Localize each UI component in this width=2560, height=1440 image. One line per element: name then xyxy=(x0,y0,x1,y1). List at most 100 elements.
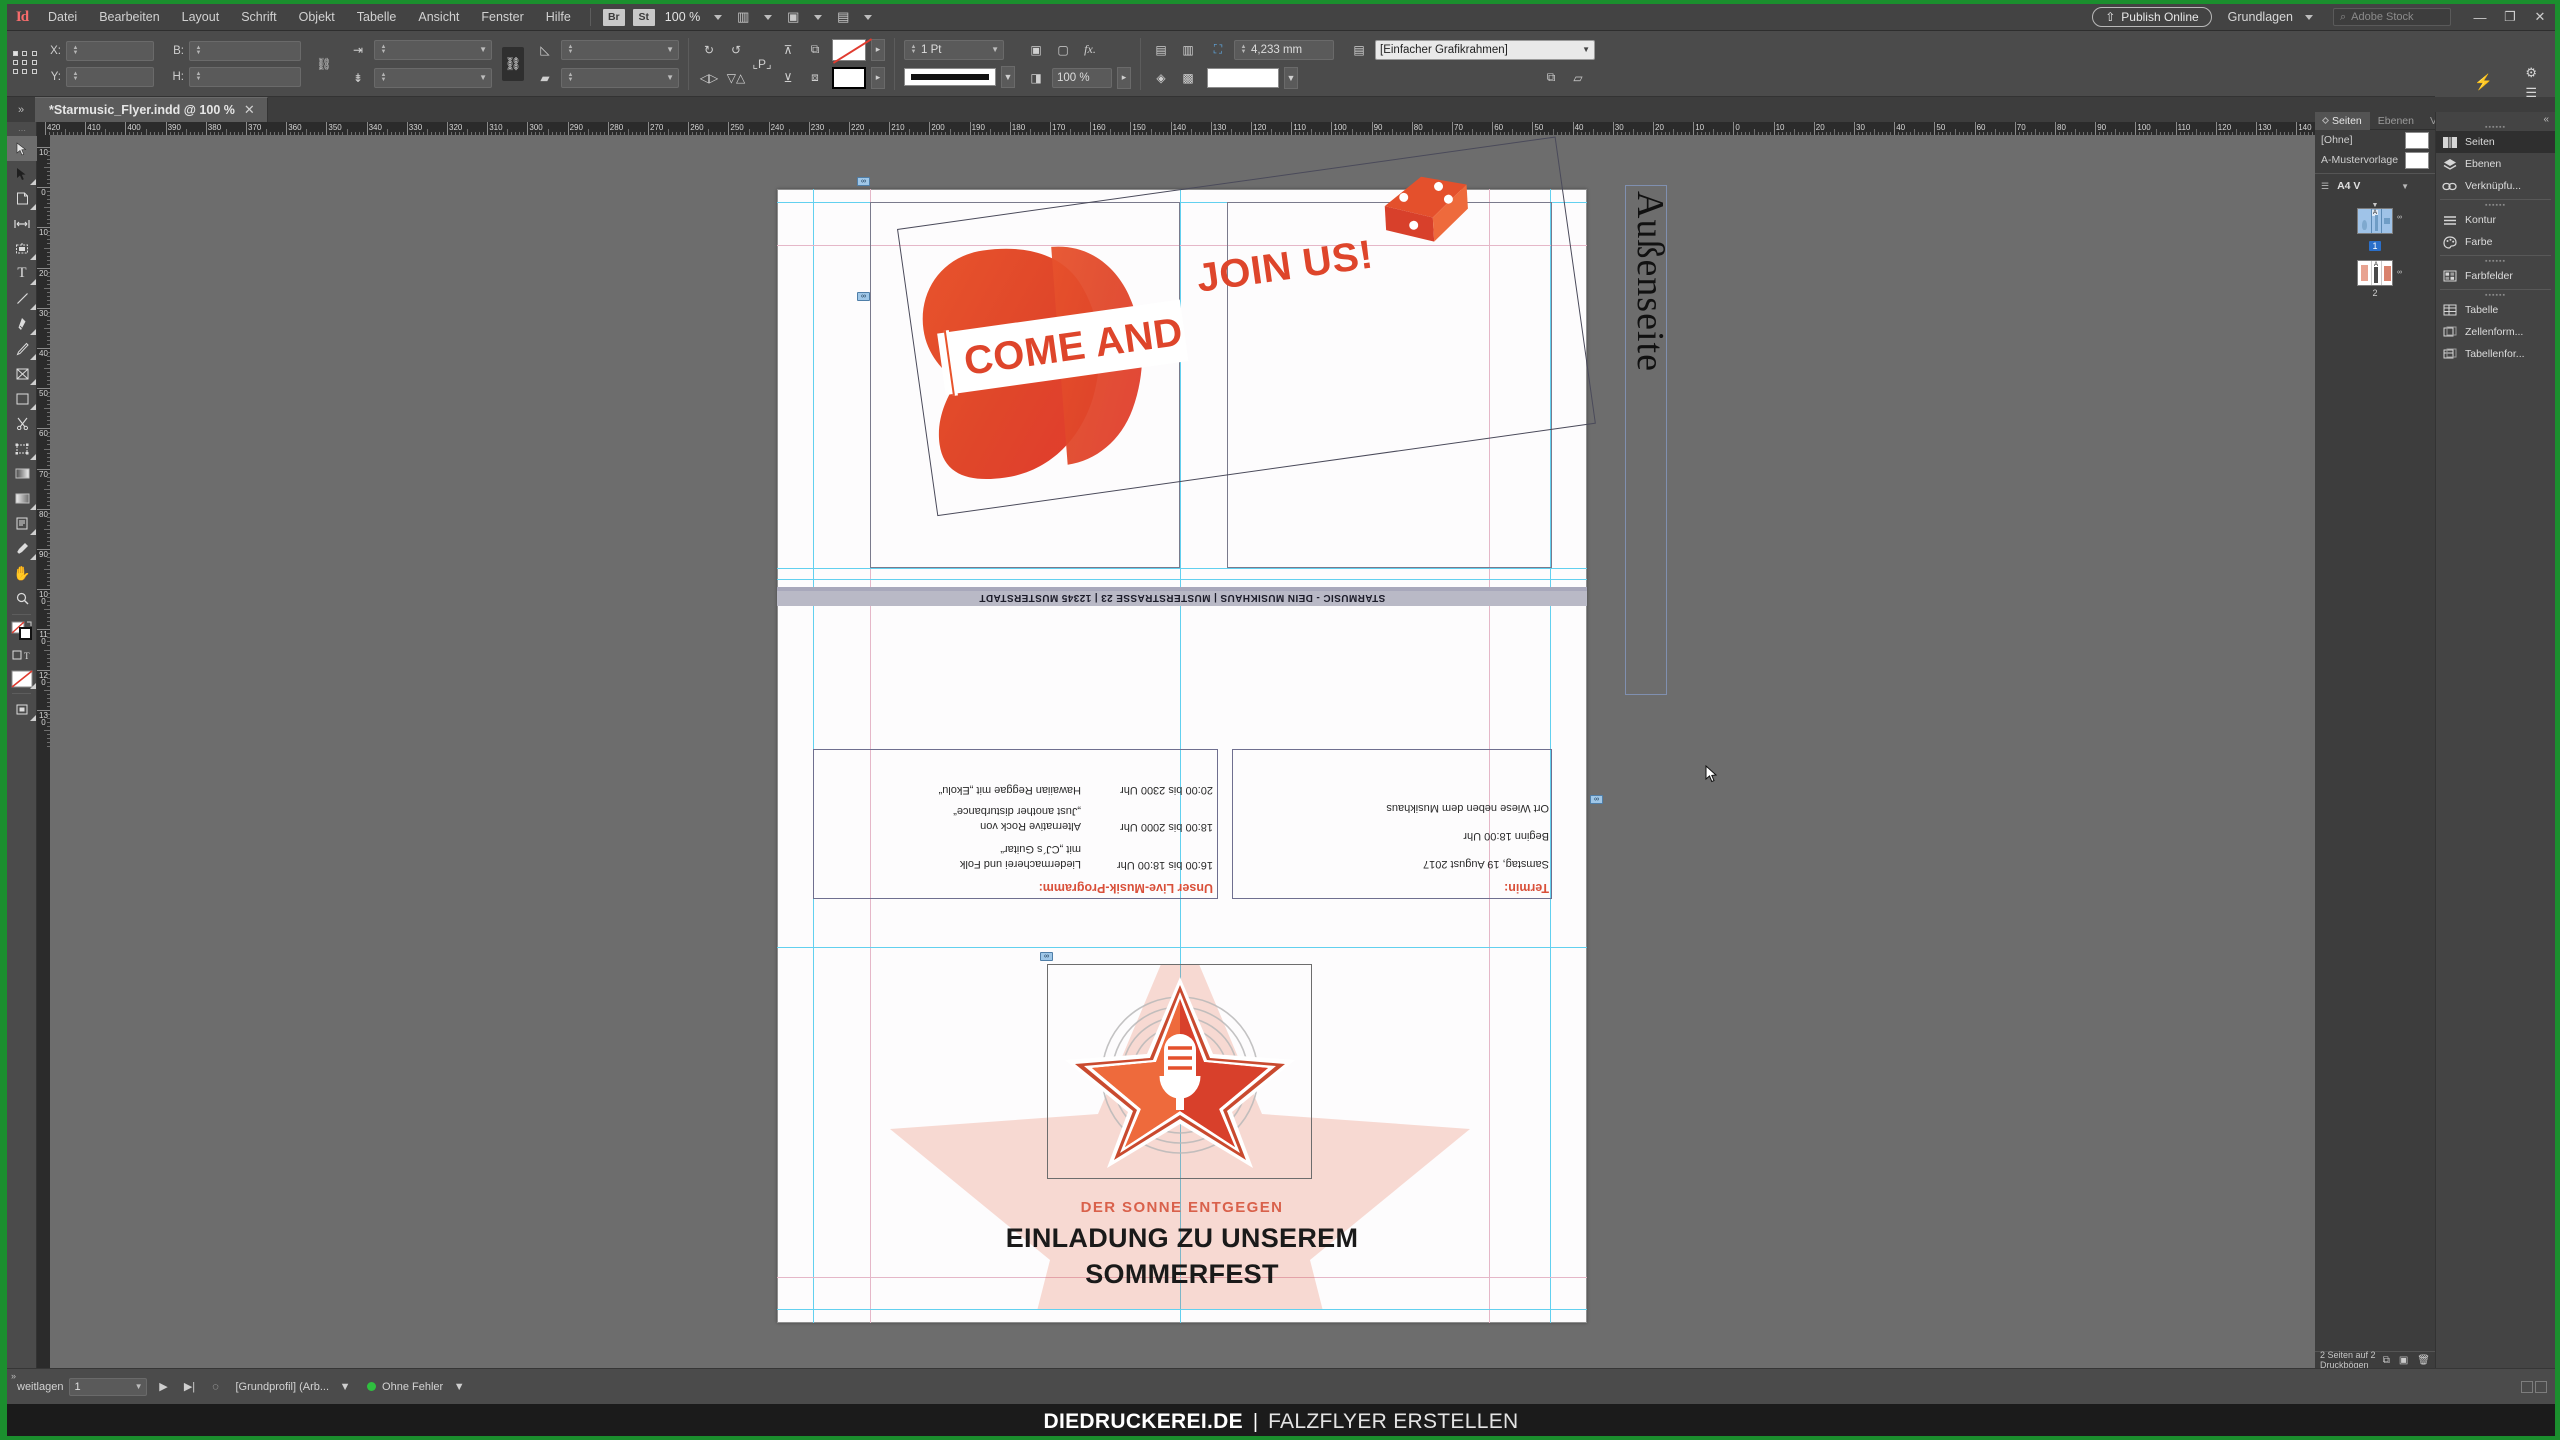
dock-item-seiten[interactable]: Seiten xyxy=(2436,131,2555,153)
x-input[interactable]: ▲▼ xyxy=(66,41,154,61)
restore-button[interactable]: ❐ xyxy=(2495,4,2525,31)
workspace-name[interactable]: Grundlagen xyxy=(2228,10,2293,24)
opacity-input[interactable]: 100 % xyxy=(1052,68,1112,88)
scissors-tool[interactable] xyxy=(7,411,37,436)
close-button[interactable]: ✕ xyxy=(2525,4,2555,31)
duplicate-page-icon[interactable]: ▣ xyxy=(2399,1355,2408,1366)
object-style-select[interactable]: [Einfacher Grafikrahmen] ▼ xyxy=(1375,40,1595,60)
corner-radius-input[interactable]: ▲▼ 4,233 mm xyxy=(1234,40,1334,60)
menu-hilfe[interactable]: Hilfe xyxy=(535,4,582,31)
error-status-dropdown-icon[interactable]: ▼ xyxy=(449,1377,469,1397)
menu-schrift[interactable]: Schrift xyxy=(230,4,287,31)
stroke-style-preview[interactable] xyxy=(904,68,996,86)
dock-item-zellenformate[interactable]: Zellenform... xyxy=(2436,321,2555,343)
edit-style-icon[interactable]: ▱ xyxy=(1567,67,1589,89)
select-next-icon[interactable]: ⧈ xyxy=(804,67,826,89)
gradient-swatch-tool[interactable] xyxy=(7,461,37,486)
scroll-box-1[interactable] xyxy=(2521,1381,2533,1393)
content-collector-tool[interactable] xyxy=(7,236,37,261)
rotation-dropdown-icon[interactable]: ▼ xyxy=(666,45,674,54)
select-content-icon[interactable]: ⊻ xyxy=(777,67,799,89)
close-document-icon[interactable]: ✕ xyxy=(244,102,255,118)
dock-item-farbfelder[interactable]: Farbfelder xyxy=(2436,265,2555,287)
last-page-icon[interactable]: ▶| xyxy=(179,1377,199,1397)
stroke-swatch[interactable] xyxy=(832,67,866,89)
constrain-scale-icon[interactable]: ⛓ xyxy=(502,47,524,81)
dock-item-farbe[interactable]: Farbe xyxy=(2436,231,2555,253)
arrange-dropdown-icon[interactable] xyxy=(864,15,872,20)
eyedropper-tool[interactable] xyxy=(7,536,37,561)
tools-panel-grip[interactable]: ⋯ xyxy=(7,124,37,136)
preflight-dropdown-icon[interactable]: ▼ xyxy=(335,1377,355,1397)
page-tool[interactable] xyxy=(7,186,37,211)
stroke-dropdown-icon[interactable]: ▸ xyxy=(871,67,885,89)
arrange-documents-icon[interactable]: ▤ xyxy=(830,7,856,27)
tab-overflow-icon[interactable]: » xyxy=(7,97,35,122)
shear-stepper-icon[interactable]: ▲▼ xyxy=(566,73,575,83)
preflight-profile-text[interactable]: [Grundprofil] (Arb... xyxy=(235,1381,329,1393)
direct-selection-tool[interactable] xyxy=(7,161,37,186)
shear-dropdown-icon[interactable]: ▼ xyxy=(666,73,674,82)
view-options-icon[interactable]: ▥ xyxy=(730,7,756,27)
scroll-controls[interactable] xyxy=(2521,1381,2547,1393)
dock-grip[interactable]: ▪▪▪▪▪▪ xyxy=(2436,292,2555,299)
fill-frame-proportionally-icon[interactable]: ▩ xyxy=(1177,67,1199,89)
tab-ebenen[interactable]: Ebenen xyxy=(2370,112,2422,130)
master-a-thumb[interactable] xyxy=(2405,152,2429,169)
next-page-icon[interactable]: ▶ xyxy=(153,1377,173,1397)
menu-bearbeiten[interactable]: Bearbeiten xyxy=(88,4,170,31)
page-size-dropdown-icon[interactable]: ▼ xyxy=(2401,182,2409,191)
effects-fx-icon[interactable]: fx. xyxy=(1079,39,1101,61)
type-tool[interactable]: T xyxy=(7,261,37,286)
corner-radius-stepper-icon[interactable]: ▲▼ xyxy=(1239,45,1248,55)
control-panel-gear-icon[interactable]: ⚙ xyxy=(2525,65,2537,81)
menu-fenster[interactable]: Fenster xyxy=(470,4,534,31)
publish-online-button[interactable]: ⇧ Publish Online xyxy=(2092,7,2211,27)
page-spread[interactable]: ∞ ∞ COME AND JOIN US! xyxy=(777,189,1587,1323)
y-stepper-icon[interactable]: ▲▼ xyxy=(71,72,80,82)
formatting-affects-proxy[interactable]: T xyxy=(7,643,37,668)
dock-grip[interactable]: ▪▪▪▪▪▪ xyxy=(2436,124,2555,131)
spread-thumb-1[interactable]: A xyxy=(2357,208,2393,234)
menu-ansicht[interactable]: Ansicht xyxy=(407,4,470,31)
center-content-icon[interactable]: ◈ xyxy=(1150,67,1172,89)
line-tool[interactable] xyxy=(7,286,37,311)
reference-point-proxy[interactable] xyxy=(13,51,39,77)
zoom-level-value[interactable]: 100 % xyxy=(659,10,706,24)
object-style-dropdown-icon[interactable]: ▼ xyxy=(1582,45,1590,54)
height-input[interactable]: ▲▼ xyxy=(189,67,301,87)
menu-tabelle[interactable]: Tabelle xyxy=(346,4,408,31)
zoom-dropdown-icon[interactable] xyxy=(714,15,722,20)
fit-content-proportionally-icon[interactable]: ▤ xyxy=(1150,39,1172,61)
x-stepper-icon[interactable]: ▲▼ xyxy=(71,46,80,56)
stroke-style-dropdown-icon[interactable]: ▼ xyxy=(1001,66,1015,88)
page-size-list-icon[interactable]: ☰ xyxy=(2321,181,2329,192)
master-row-none[interactable]: [Ohne] xyxy=(2315,130,2435,150)
scale-x-dropdown-icon[interactable]: ▼ xyxy=(479,45,487,54)
hand-tool[interactable]: ✋ xyxy=(7,561,37,586)
free-transform-tool[interactable] xyxy=(7,436,37,461)
scroll-box-2[interactable] xyxy=(2535,1381,2547,1393)
master-row-a[interactable]: A-Mustervorlage xyxy=(2315,150,2435,170)
vertical-ruler[interactable]: 100102030405060708090100110120130 xyxy=(37,135,50,1368)
stock-button[interactable]: St xyxy=(633,9,655,26)
menu-layout[interactable]: Layout xyxy=(171,4,231,31)
bridge-button[interactable]: Br xyxy=(603,9,625,26)
spread-item-1[interactable]: ▼ A ∞ 1 xyxy=(2357,203,2393,254)
dock-item-ebenen[interactable]: Ebenen xyxy=(2436,153,2555,175)
rotate-ccw-icon[interactable]: ↺ xyxy=(725,39,747,61)
container-selector-icon[interactable]: ⌞P⌟ xyxy=(747,53,777,75)
rotation-input[interactable]: ▲▼ ▼ xyxy=(561,40,679,60)
opacity-dropdown-icon[interactable]: ▸ xyxy=(1117,67,1131,89)
screen-mode-icon[interactable]: ▣ xyxy=(780,7,806,27)
tab-seiten[interactable]: Seiten xyxy=(2315,112,2370,130)
delete-page-icon[interactable]: 🗑 xyxy=(2417,1355,2430,1366)
selection-tool[interactable] xyxy=(7,136,37,161)
page-number-input[interactable]: 1 ▼ xyxy=(69,1378,147,1396)
dock-item-kontur[interactable]: Kontur xyxy=(2436,209,2555,231)
view-options-dropdown-icon[interactable] xyxy=(764,15,772,20)
corner-shape-icon[interactable]: ⛶ xyxy=(1207,39,1229,61)
status-overflow-icon[interactable]: » xyxy=(11,1371,16,1381)
quick-apply-bolt-icon[interactable]: ⚡ xyxy=(2474,73,2493,91)
link-badge-icon[interactable]: ∞ xyxy=(1040,952,1053,961)
